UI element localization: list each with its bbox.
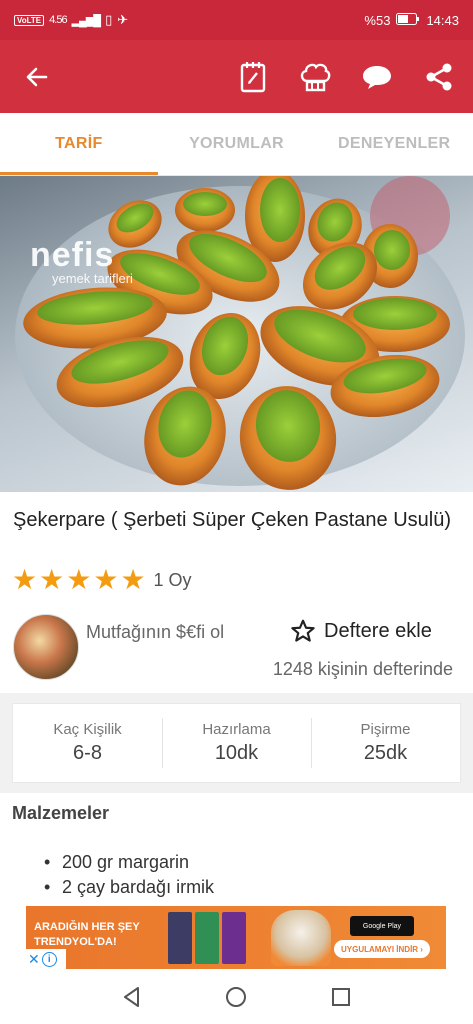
tab-deneyenler[interactable]: DENEYENLER	[315, 113, 473, 175]
save-to-notebook-button[interactable]: Deftere ekle	[290, 618, 432, 644]
back-button[interactable]	[22, 62, 52, 92]
dessert-illustration	[15, 176, 465, 490]
volte-badge: VoLTE	[14, 14, 45, 26]
tab-tarif[interactable]: TARİF	[0, 113, 158, 175]
saved-count: 1248 kişinin defterinde	[272, 659, 453, 679]
status-right: %53 14:43	[364, 12, 459, 28]
app-bar	[0, 40, 473, 113]
nav-recents-button[interactable]	[321, 977, 361, 1017]
nav-back-button[interactable]	[112, 977, 152, 1017]
notebook-button[interactable]	[233, 58, 273, 96]
system-nav-bar	[0, 970, 473, 1024]
nav-home-button[interactable]	[216, 977, 256, 1017]
chef-button[interactable]	[295, 58, 335, 96]
recipe-info-card: Kaç Kişilik 6-8 Hazırlama 10dk Pişirme 2…	[12, 703, 461, 783]
author-avatar[interactable]	[13, 614, 79, 680]
nfc-icon: ✈	[117, 12, 129, 27]
ad-banner[interactable]: ARADIĞIN HER ŞEY TRENDYOL'DA! Google Pla…	[26, 906, 446, 969]
servings-label: Kaç Kişilik	[53, 721, 122, 738]
status-left: VoLTE 4.56 ▂▄▆█ ▯ ✈	[14, 12, 128, 28]
back-arrow-icon	[26, 67, 48, 87]
cook-time: Pişirme 25dk	[311, 704, 460, 782]
app-actions	[233, 58, 459, 96]
servings: Kaç Kişilik 6-8	[13, 704, 162, 782]
tab-bar: TARİF YORUMLAR DENEYENLER	[0, 113, 473, 176]
battery-percent: %53	[364, 12, 391, 28]
ingredient-item: 200 gr margarin	[40, 850, 214, 875]
watermark-logo: nefis	[30, 236, 115, 274]
app-root: VoLTE 4.56 ▂▄▆█ ▯ ✈ %53 14:43 TARİF YORU…	[0, 0, 473, 1024]
ingredient-item: 2 çay bardağı irmik	[40, 875, 214, 900]
share-icon	[426, 63, 452, 91]
cook-time-label: Pişirme	[360, 721, 411, 738]
google-play-badge: Google Play	[350, 916, 414, 936]
recipe-title: Şekerpare ( Şerbeti Süper Çeken Pastane …	[13, 509, 452, 531]
network-speed: 4.56	[49, 14, 67, 26]
prep-time-value: 10dk	[214, 742, 259, 764]
ad-products-image	[168, 912, 246, 964]
prep-time: Hazırlama 10dk	[162, 704, 311, 782]
star-icon: ★	[66, 564, 92, 595]
ad-dog-image	[271, 910, 331, 966]
comment-icon	[363, 66, 391, 89]
nefis-watermark: nefis yemek tarifleri	[30, 236, 133, 286]
signal-icon: ▂▄▆█	[71, 14, 101, 27]
cook-time-value: 25dk	[363, 742, 408, 764]
watermark-subtitle: yemek tarifleri	[52, 271, 133, 286]
ad-cta-button[interactable]: UYGULAMAYI İNDİR ›	[334, 940, 430, 958]
battery-icon	[396, 12, 420, 28]
tab-yorumlar[interactable]: YORUMLAR	[158, 113, 316, 175]
star-icon: ★	[39, 564, 65, 595]
share-button[interactable]	[419, 58, 459, 96]
servings-value: 6-8	[73, 742, 102, 764]
triangle-back-icon	[124, 987, 140, 1007]
square-recents-icon	[331, 988, 350, 1006]
comments-button[interactable]	[357, 58, 397, 96]
recipe-photo: nefis yemek tarifleri	[0, 176, 473, 492]
ad-close-controls: ✕ i	[26, 949, 66, 969]
ad-headline: ARADIĞIN HER ŞEY TRENDYOL'DA!	[34, 920, 140, 950]
ad-headline-line2: TRENDYOL'DA!	[34, 936, 117, 948]
star-icon: ★	[93, 564, 119, 595]
ad-headline-line1: ARADIĞIN HER ŞEY	[34, 921, 140, 933]
vibrate-icon: ▯	[105, 12, 113, 27]
ad-close-icon[interactable]: ✕	[28, 951, 40, 968]
ingredients-list: 200 gr margarin 2 çay bardağı irmik	[40, 850, 214, 900]
prep-time-label: Hazırlama	[202, 721, 271, 738]
clock: 14:43	[426, 12, 459, 28]
chef-hat-icon	[300, 63, 331, 92]
star-icon: ★	[12, 564, 38, 595]
recipe-info-section: Kaç Kişilik 6-8 Hazırlama 10dk Pişirme 2…	[0, 693, 473, 793]
ingredients-heading: Malzemeler	[12, 803, 110, 823]
star-icon: ★	[120, 564, 146, 595]
circle-home-icon	[226, 987, 247, 1007]
rating-count: 1 Oy	[153, 569, 192, 590]
notebook-icon	[240, 62, 266, 93]
save-label: Deftere ekle	[324, 619, 432, 642]
author-name[interactable]: Mutfağının $€fi ol	[86, 620, 246, 644]
star-outline-icon	[291, 619, 315, 642]
ad-info-icon[interactable]: i	[41, 951, 57, 967]
rating[interactable]: ★ ★ ★ ★ ★ 1 Oy	[12, 566, 192, 594]
status-bar: VoLTE 4.56 ▂▄▆█ ▯ ✈ %53 14:43	[0, 0, 473, 40]
